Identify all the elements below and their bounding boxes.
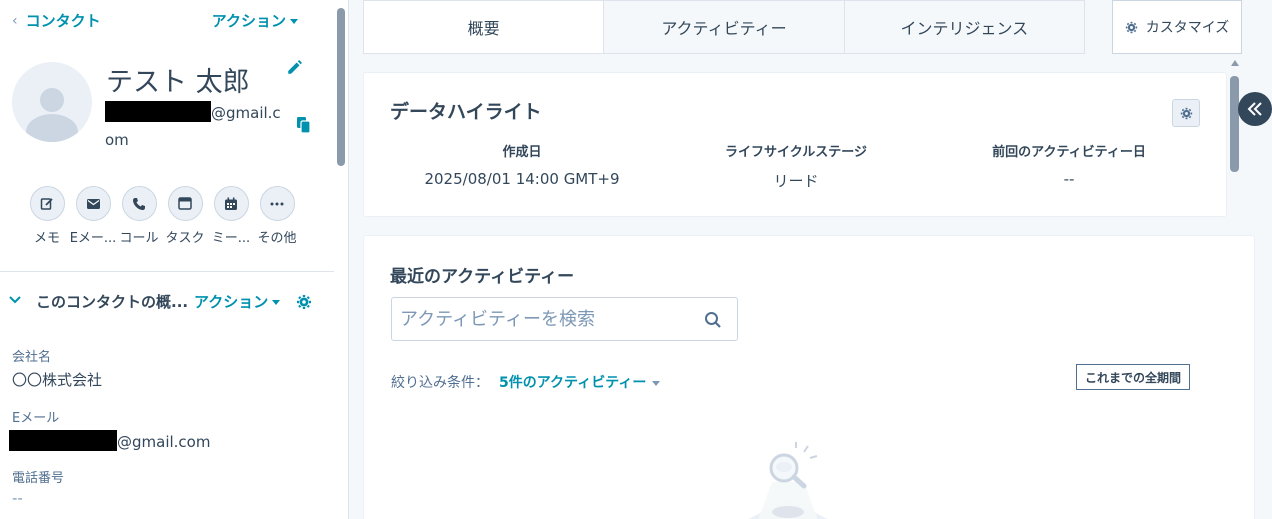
back-label: コンタクト bbox=[25, 12, 101, 30]
activity-search bbox=[391, 297, 738, 341]
property-value: @gmail.com bbox=[117, 433, 211, 451]
actions-label: アクション bbox=[211, 12, 286, 30]
about-actions-label: アクション bbox=[194, 293, 269, 311]
quick-action-task[interactable]: タスク bbox=[162, 186, 208, 246]
avatar[interactable] bbox=[12, 62, 92, 142]
double-chevron-left-icon bbox=[1247, 102, 1262, 116]
contact-name: テスト 太郎 bbox=[106, 67, 250, 98]
highlight-lifecycle-stage: ライフサイクルステージ リード bbox=[666, 141, 926, 191]
gear-icon bbox=[1180, 107, 1192, 119]
pencil-icon[interactable] bbox=[286, 58, 304, 76]
more-icon bbox=[270, 202, 284, 205]
highlight-last-activity: 前回のアクティビティー日 -- bbox=[939, 141, 1199, 188]
gear-icon bbox=[1125, 21, 1137, 33]
recent-activity-card: 最近のアクティビティー 絞り込み条件： 5件のアクティビティー これまでの全期間 bbox=[363, 235, 1255, 519]
activity-search-input[interactable] bbox=[400, 298, 690, 340]
quick-action-label: ミー... bbox=[211, 231, 251, 246]
redacted-block bbox=[9, 430, 117, 451]
caret-down-icon bbox=[290, 19, 298, 24]
quick-action-note[interactable]: メモ bbox=[24, 186, 70, 246]
property-label: 会社名 bbox=[12, 350, 52, 365]
calendar-icon bbox=[225, 197, 237, 210]
sidebar-scrollbar[interactable] bbox=[336, 8, 346, 168]
actions-dropdown[interactable]: アクション bbox=[212, 10, 298, 31]
sidebar-header: ‹ コンタクト アクション bbox=[12, 10, 312, 32]
caret-down-icon bbox=[272, 300, 281, 305]
period-button[interactable]: これまでの全期間 bbox=[1076, 364, 1191, 390]
customize-label: カスタマイズ bbox=[1145, 20, 1230, 36]
quick-action-label: メモ bbox=[33, 231, 60, 246]
property-label: Eメール bbox=[12, 411, 60, 426]
highlight-created-date: 作成日 2025/08/01 14:00 GMT+9 bbox=[392, 141, 652, 188]
filter-label: 絞り込み条件： bbox=[391, 375, 489, 391]
highlights-title: データハイライト bbox=[390, 101, 542, 123]
customize-button[interactable]: カスタマイズ bbox=[1112, 0, 1242, 54]
about-section-header: このコンタクトの概... アクション bbox=[8, 290, 328, 314]
highlight-value: -- bbox=[1063, 170, 1075, 188]
highlights-settings-button[interactable] bbox=[1172, 99, 1200, 127]
scrollbar-thumb[interactable] bbox=[1230, 76, 1239, 172]
scroll-up-arrow-icon[interactable] bbox=[1231, 60, 1239, 66]
record-tabs: 概要 アクティビティー インテリジェンス bbox=[363, 0, 1085, 54]
activity-title: 最近のアクティビティー bbox=[390, 267, 575, 287]
back-to-contacts-link[interactable]: ‹ コンタクト bbox=[12, 10, 101, 31]
highlight-label: ライフサイクルステージ bbox=[724, 145, 868, 160]
about-section-title[interactable]: このコンタクトの概... bbox=[36, 291, 188, 312]
empty-state-illustration-icon bbox=[748, 442, 828, 519]
quick-action-label: Eメー... bbox=[69, 231, 117, 246]
quick-action-call[interactable]: コール bbox=[116, 186, 162, 246]
avatar-head bbox=[40, 88, 64, 112]
property-label: 電話番号 bbox=[12, 471, 65, 486]
email-icon bbox=[86, 198, 100, 209]
quick-action-email[interactable]: Eメー... bbox=[70, 186, 116, 246]
tab-intelligence[interactable]: インテリジェンス bbox=[845, 1, 1084, 53]
quick-action-label: コール bbox=[119, 231, 159, 246]
scrollbar-thumb[interactable] bbox=[337, 8, 345, 166]
highlight-label: 前回のアクティビティー日 bbox=[992, 145, 1146, 160]
quick-action-more[interactable]: その他 bbox=[254, 186, 300, 246]
highlight-label: 作成日 bbox=[502, 145, 542, 160]
main-scrollbar[interactable] bbox=[1229, 58, 1241, 519]
phone-icon bbox=[133, 197, 145, 210]
highlight-value: 2025/08/01 14:00 GMT+9 bbox=[424, 170, 620, 188]
property-value[interactable]: -- bbox=[12, 489, 23, 507]
task-icon bbox=[178, 197, 192, 210]
redacted-block bbox=[105, 101, 211, 122]
caret-down-icon bbox=[652, 380, 661, 386]
property-value[interactable]: 〇〇株式会社 bbox=[12, 369, 102, 390]
filter-dropdown[interactable]: 5件のアクティビティー bbox=[499, 372, 661, 392]
gear-icon[interactable] bbox=[296, 294, 312, 310]
copy-icon[interactable] bbox=[296, 116, 312, 134]
search-icon[interactable] bbox=[704, 311, 722, 329]
quick-action-label: タスク bbox=[165, 231, 205, 246]
expand-sidebar-button[interactable] bbox=[1238, 92, 1272, 126]
highlight-value: リード bbox=[773, 172, 819, 190]
section-divider bbox=[0, 271, 334, 272]
contact-email: @gmail.c om bbox=[105, 100, 285, 154]
email-domain-line1: @gmail.c bbox=[211, 104, 281, 122]
email-domain-line2: om bbox=[105, 131, 129, 149]
avatar-body bbox=[26, 114, 78, 142]
about-actions-dropdown[interactable]: アクション bbox=[194, 291, 281, 312]
tab-overview[interactable]: 概要 bbox=[364, 1, 605, 53]
quick-action-label: その他 bbox=[257, 231, 297, 246]
edit-icon bbox=[40, 197, 53, 210]
quick-actions: メモ Eメー... コール タスク ミー... その他 bbox=[24, 186, 300, 246]
contact-sidebar: ‹ コンタクト アクション テスト 太郎 @gmail.c om メモ Eメー.… bbox=[0, 0, 349, 519]
property-value-email[interactable]: @gmail.com bbox=[9, 430, 210, 451]
chevron-left-icon: ‹ bbox=[12, 12, 18, 29]
data-highlights-card: データハイライト 作成日 2025/08/01 14:00 GMT+9 ライフサ… bbox=[363, 72, 1227, 217]
filter-value: 5件のアクティビティー bbox=[499, 375, 647, 391]
chevron-down-icon[interactable] bbox=[8, 294, 22, 306]
quick-action-meeting[interactable]: ミー... bbox=[208, 186, 254, 246]
tab-activities[interactable]: アクティビティー bbox=[604, 1, 845, 53]
activity-filter: 絞り込み条件： 5件のアクティビティー bbox=[391, 372, 661, 392]
